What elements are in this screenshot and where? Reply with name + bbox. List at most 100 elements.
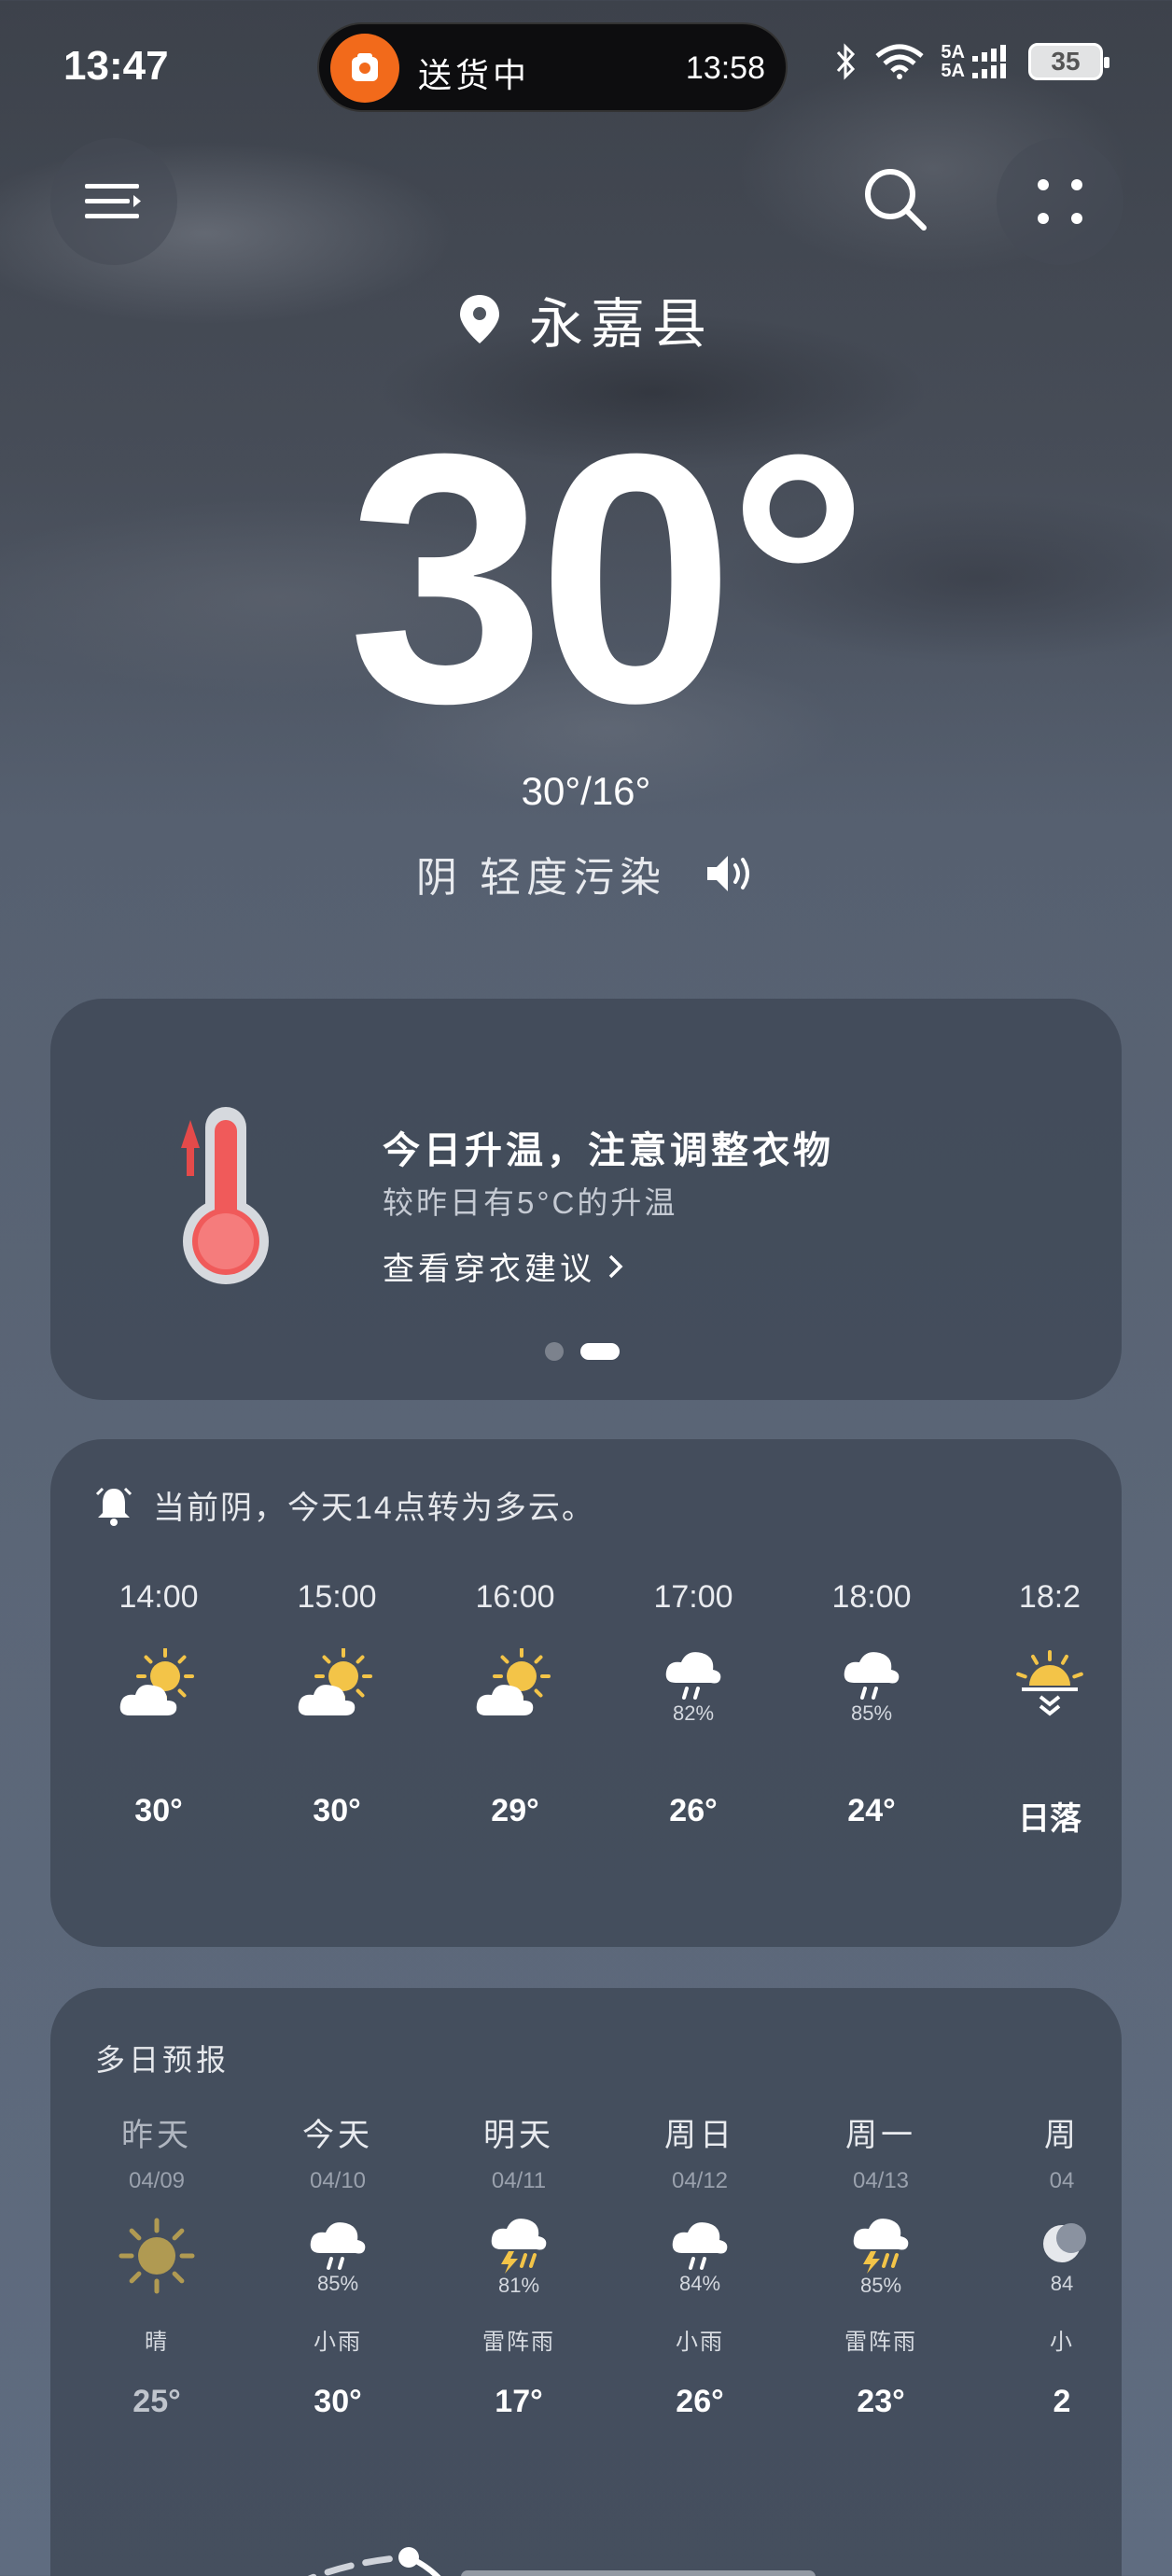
page-dot-2-active[interactable] [580, 1343, 620, 1360]
hourly-item[interactable]: 14:00 30° [88, 1579, 233, 1829]
day-date: 04/10 [309, 2168, 367, 2193]
moon-icon: 84 [978, 2200, 1122, 2312]
location-header[interactable]: 永嘉县 [0, 280, 1172, 358]
daily-list[interactable]: 昨天 04/09 晴 25° 今天 04/10 85% 小雨 30° 明天 04… [88, 2109, 1122, 2539]
chevron-right-icon [608, 1254, 623, 1278]
hour-time: 18:00 [831, 1579, 912, 1615]
search-button[interactable] [857, 161, 935, 239]
daily-item[interactable]: 周 04 84 小 2 [978, 2109, 1122, 2420]
temperature-trend-curve [307, 2547, 816, 2576]
day-date: 04/09 [128, 2168, 186, 2193]
sunset-icon [975, 1616, 1122, 1756]
alert-text: 当前阴，今天14点转为多云。 [153, 1491, 595, 1526]
hourly-item[interactable]: 17:00 82% 26° [619, 1579, 768, 1829]
day-temperature: 26° [676, 2384, 724, 2419]
signal-bars-icon [972, 45, 1006, 78]
hour-temperature: 30° [134, 1793, 183, 1828]
precip-probability: 82% [672, 1701, 715, 1725]
rain-icon: 84% [616, 2200, 784, 2312]
page-dot-1[interactable] [545, 1342, 564, 1361]
hour-time: 16:00 [475, 1579, 555, 1615]
dynamic-island-delivery[interactable]: 送货中 13:58 [317, 22, 788, 112]
system-icons: 5A 5A 35 [834, 43, 1109, 80]
bluetooth-icon [837, 43, 856, 80]
hour-time: 14:00 [119, 1579, 199, 1615]
thermometer-icon [181, 1107, 269, 1284]
rain-icon: 82% [619, 1616, 768, 1756]
day-condition: 小 [1050, 2330, 1074, 2355]
tip-subtitle: 较昨日有5°C的升温 [383, 1185, 678, 1220]
clothing-advice-link[interactable]: 查看穿衣建议 [383, 1243, 625, 1289]
location-pin-icon [459, 295, 499, 343]
condition-text: 阴 轻度污染 [415, 855, 667, 901]
hourly-item[interactable]: 15:00 30° [262, 1579, 412, 1829]
hour-temperature: 26° [669, 1793, 718, 1828]
day-temperature: 23° [857, 2384, 905, 2419]
current-condition: 阴 轻度污染 [0, 844, 1172, 903]
hourly-item[interactable]: 18:2 日落 [975, 1579, 1122, 1839]
tip-title: 今日升温，注意调整衣物 [383, 1130, 834, 1171]
multi-day-forecast-card: 多日预报 昨天 04/09 晴 25° 今天 04/10 85% 小雨 30° … [50, 1988, 1122, 2576]
menu-button[interactable] [50, 138, 177, 265]
menu-icon [85, 184, 141, 218]
weather-alert[interactable]: 当前阴，今天14点转为多云。 [95, 1482, 595, 1528]
day-name: 周 [1044, 2118, 1080, 2153]
precip-probability: 84% [678, 2272, 721, 2295]
day-name: 周一 [845, 2118, 916, 2153]
day-name: 昨天 [121, 2118, 192, 2153]
speaker-icon[interactable] [704, 852, 756, 895]
daily-item[interactable]: 周一 04/13 85% 雷阵雨 23° [797, 2109, 965, 2420]
precip-probability: 85% [850, 1701, 893, 1725]
day-condition: 小雨 [676, 2330, 724, 2355]
battery-indicator: 35 [1028, 43, 1109, 80]
rain-icon: 85% [254, 2200, 422, 2312]
hourly-item[interactable]: 16:00 29° [440, 1579, 590, 1829]
hourly-forecast-card: 当前阴，今天14点转为多云。 14:00 30° 15:00 30° 16:00 [50, 1439, 1122, 1947]
day-date: 04/13 [852, 2168, 910, 2193]
search-icon [865, 169, 927, 231]
more-options-button[interactable] [997, 138, 1123, 265]
daily-item[interactable]: 昨天 04/09 晴 25° [88, 2109, 241, 2420]
daily-item[interactable]: 今天 04/10 85% 小雨 30° [254, 2109, 422, 2420]
status-bar: 13:47 送货中 13:58 5A 5A 35 [0, 0, 1172, 131]
hour-time: 15:00 [297, 1579, 377, 1615]
precip-probability: 85% [316, 2272, 359, 2295]
delivery-eta: 13:58 [685, 50, 765, 86]
partly-sunny-icon [440, 1616, 590, 1756]
daily-item[interactable]: 明天 04/11 81% 雷阵雨 17° [435, 2109, 603, 2420]
wifi-icon [875, 44, 925, 79]
hour-temperature: 日落 [1018, 1801, 1081, 1837]
precip-probability: 85% [859, 2274, 902, 2297]
delivery-app-icon [330, 34, 399, 103]
delivery-status-text: 送货中 [418, 56, 531, 94]
hour-time: 17:00 [653, 1579, 733, 1615]
day-temperature: 25° [133, 2384, 181, 2419]
day-name: 明天 [483, 2118, 554, 2153]
day-name: 周日 [664, 2118, 735, 2153]
precip-probability: 81% [497, 2274, 540, 2297]
day-condition: 雷阵雨 [844, 2330, 917, 2355]
partly-sunny-icon [262, 1616, 412, 1756]
thunderstorm-icon: 81% [435, 2200, 603, 2312]
network-type-1: 5A [941, 42, 965, 63]
hour-temperature: 24° [847, 1793, 896, 1828]
network-type-2: 5A [941, 61, 965, 81]
status-time: 13:47 [63, 43, 169, 89]
partly-sunny-icon [88, 1616, 233, 1756]
daily-item[interactable]: 周日 04/12 84% 小雨 26° [616, 2109, 784, 2420]
four-dots-icon [1038, 179, 1082, 224]
precip-probability: 84 [1050, 2272, 1074, 2295]
high-low-temperature: 30°/16° [521, 769, 651, 813]
hourly-list[interactable]: 14:00 30° 15:00 30° 16:00 29° 17:00 82% … [88, 1579, 1122, 1915]
page-indicator [545, 1342, 620, 1361]
current-temperature: 30° [347, 380, 870, 777]
clothing-tip-card[interactable]: 今日升温，注意调整衣物 较昨日有5°C的升温 查看穿衣建议 [50, 999, 1122, 1400]
sun-icon [88, 2200, 241, 2312]
hour-temperature: 29° [491, 1793, 539, 1828]
hourly-item[interactable]: 18:00 85% 24° [797, 1579, 946, 1829]
day-condition: 雷阵雨 [482, 2330, 555, 2355]
location-name: 永嘉县 [528, 294, 714, 355]
bell-icon [95, 1487, 133, 1526]
cellular-signal: 5A 5A [941, 43, 1013, 80]
hour-temperature: 30° [313, 1793, 361, 1828]
